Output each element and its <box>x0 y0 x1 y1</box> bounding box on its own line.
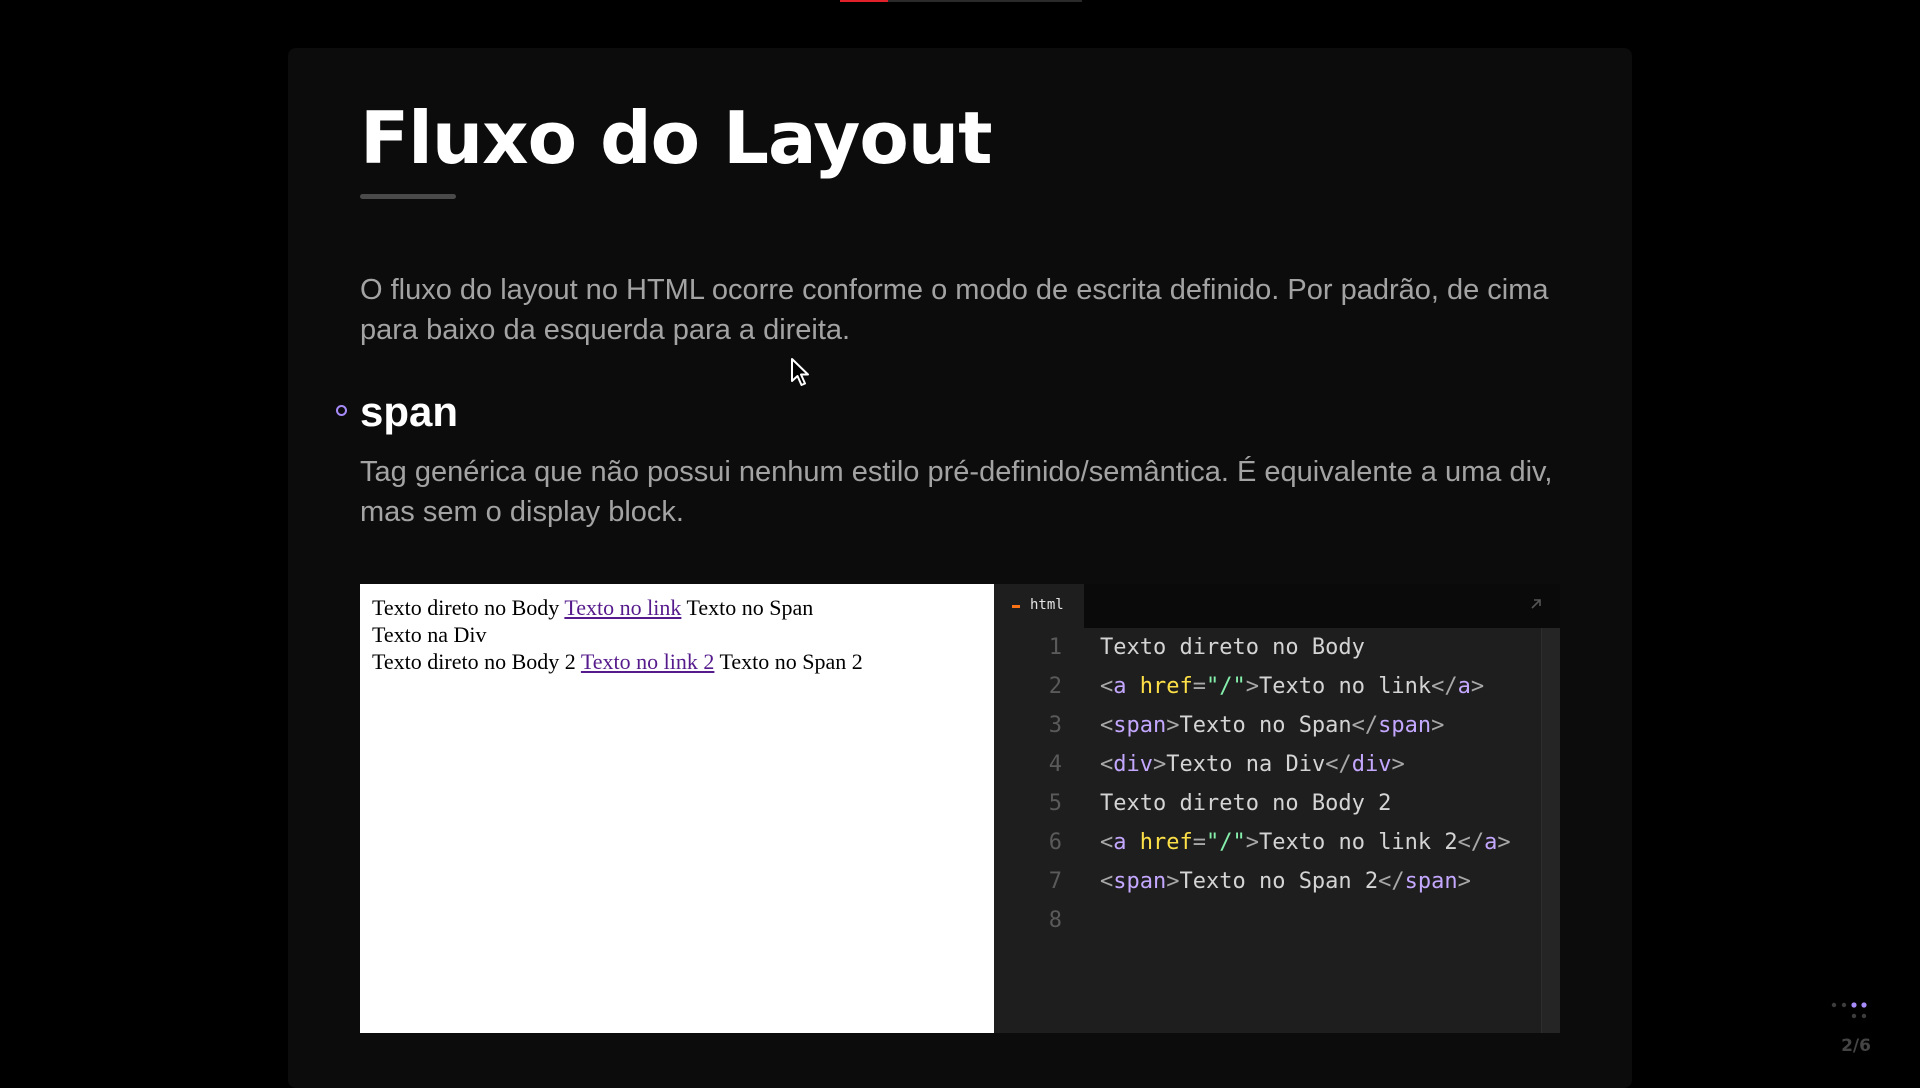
preview-span-text: Texto no Span 2 <box>719 649 863 674</box>
preview-text: Texto direto no Body <box>372 595 560 620</box>
code-token-punct: > <box>1166 869 1180 894</box>
code-line[interactable]: 4 <div>Texto na Div</div> <box>994 745 1542 784</box>
slide-counter: 2/6 <box>1841 1036 1871 1056</box>
code-line[interactable]: 1 Texto direto no Body <box>994 628 1542 667</box>
line-number: 1 <box>1048 635 1062 660</box>
code-line[interactable]: 7 <span>Texto no Span 2</span> <box>994 862 1542 901</box>
tab-label: html <box>1030 597 1064 613</box>
code-token-punct: > <box>1245 830 1259 855</box>
code-token-tag: a <box>1113 830 1127 855</box>
line-number: 4 <box>1048 752 1062 777</box>
preview-link[interactable]: Texto no link 2 <box>581 649 715 674</box>
preview-link[interactable]: Texto no link <box>564 595 681 620</box>
code-token-text: Texto direto no Body 2 <box>1100 791 1392 816</box>
preview-line: Texto direto no Body Texto no link Texto… <box>372 594 982 621</box>
code-line[interactable]: 2 <a href="/">Texto no link</a> <box>994 667 1542 706</box>
code-token-tag: a <box>1484 830 1498 855</box>
code-token-punct: > <box>1391 752 1405 777</box>
bullet-description: Tag genérica que não possui nenhum estil… <box>360 456 1553 528</box>
slide-intro-text: O fluxo do layout no HTML ocorre conform… <box>360 274 1549 346</box>
code-token-punct: </ <box>1431 674 1458 699</box>
code-token-punct: = <box>1192 830 1206 855</box>
code-token-tag: div <box>1113 752 1153 777</box>
line-number: 2 <box>1048 674 1062 699</box>
line-code: Texto direto no Body <box>1100 628 1365 667</box>
code-editor[interactable]: html 1 Texto direto no Body 2 <a href="/">T… <box>994 584 1560 1033</box>
code-token-text: Texto no Span 2 <box>1179 869 1379 894</box>
code-line[interactable]: 3 <span>Texto no Span</span> <box>994 706 1542 745</box>
title-underline <box>360 194 456 199</box>
code-token-punct: </ <box>1325 752 1352 777</box>
bullet-term: span <box>360 388 459 435</box>
preview-div-text: Texto na Div <box>372 622 487 647</box>
code-token-punct: > <box>1497 830 1511 855</box>
code-line[interactable]: 8 <box>994 901 1542 940</box>
presentation-progress-bar <box>840 0 1082 2</box>
slide-title: Fluxo do Layout <box>360 96 992 180</box>
code-token-text: Texto na Div <box>1166 752 1326 777</box>
code-token-str: "/" <box>1205 674 1246 699</box>
code-token-punct: > <box>1166 713 1180 738</box>
code-token-text: Texto no link 2 <box>1258 830 1458 855</box>
line-number: 7 <box>1048 869 1062 894</box>
code-token-punct: = <box>1192 674 1206 699</box>
code-token-punct: < <box>1100 830 1114 855</box>
line-code: <span>Texto no Span 2</span> <box>1100 862 1471 901</box>
slide-nav-dots-icon[interactable] <box>1830 1000 1878 1022</box>
tab-html[interactable]: html <box>994 584 1084 628</box>
presentation-progress-fill <box>840 0 889 2</box>
code-token-tag: a <box>1113 674 1127 699</box>
code-token-punct: </ <box>1457 830 1485 855</box>
code-token-punct: > <box>1470 674 1485 699</box>
code-token-punct: > <box>1245 674 1259 699</box>
html-preview-pane: Texto direto no Body Texto no link Texto… <box>360 584 994 1033</box>
code-token-tag: span <box>1113 869 1167 894</box>
code-token-tag: span <box>1378 713 1432 738</box>
line-number: 6 <box>1048 830 1062 855</box>
editor-scrollbar[interactable] <box>1541 628 1560 1033</box>
file-type-marker-icon <box>1012 605 1020 608</box>
circle-bullet-icon <box>336 405 347 416</box>
line-code: <a href="/">Texto no link</a> <box>1100 667 1484 706</box>
line-number: 5 <box>1048 791 1062 816</box>
line-number: 8 <box>1048 908 1062 933</box>
line-code: Texto direto no Body 2 <box>1100 784 1391 823</box>
code-lines[interactable]: 1 Texto direto no Body 2 <a href="/">Texto … <box>994 628 1542 940</box>
code-token-punct: < <box>1100 752 1114 777</box>
code-token-tag: span <box>1404 869 1458 894</box>
code-line[interactable]: 5 Texto direto no Body 2 <box>994 784 1542 823</box>
line-code: <a href="/">Texto no link 2</a> <box>1100 823 1511 862</box>
expand-arrow-icon[interactable] <box>1528 596 1544 612</box>
code-token-punct: > <box>1153 752 1167 777</box>
code-token-punct: > <box>1457 869 1471 894</box>
code-token-tag: a <box>1457 674 1471 699</box>
line-number: 3 <box>1048 713 1062 738</box>
code-token-attr: href <box>1139 830 1193 855</box>
code-token-attr: href <box>1139 674 1193 699</box>
code-token-punct: </ <box>1351 713 1379 738</box>
preview-line: Texto direto no Body 2 Texto no link 2 T… <box>372 648 982 675</box>
code-token-punct: > <box>1431 713 1445 738</box>
preview-span-text: Texto no Span <box>686 595 814 620</box>
line-code: <span>Texto no Span</span> <box>1100 706 1444 745</box>
code-line[interactable]: 6 <a href="/">Texto no link 2</a> <box>994 823 1542 862</box>
code-token-punct: < <box>1100 713 1114 738</box>
code-token-text: Texto no link <box>1258 674 1432 699</box>
code-token-punct: < <box>1100 869 1114 894</box>
editor-tab-bar: html <box>994 584 1560 628</box>
line-code: <div>Texto na Div</div> <box>1100 745 1405 784</box>
code-token-punct: </ <box>1378 869 1405 894</box>
code-token-tag: div <box>1351 752 1392 777</box>
code-token-text: Texto direto no Body <box>1100 635 1365 660</box>
code-token-tag: span <box>1113 713 1167 738</box>
preview-text: Texto direto no Body 2 <box>372 649 576 674</box>
code-token-str: "/" <box>1205 830 1246 855</box>
code-token-text: Texto no Span <box>1179 713 1352 738</box>
mouse-pointer-icon <box>790 357 812 389</box>
code-token-punct: < <box>1100 674 1114 699</box>
